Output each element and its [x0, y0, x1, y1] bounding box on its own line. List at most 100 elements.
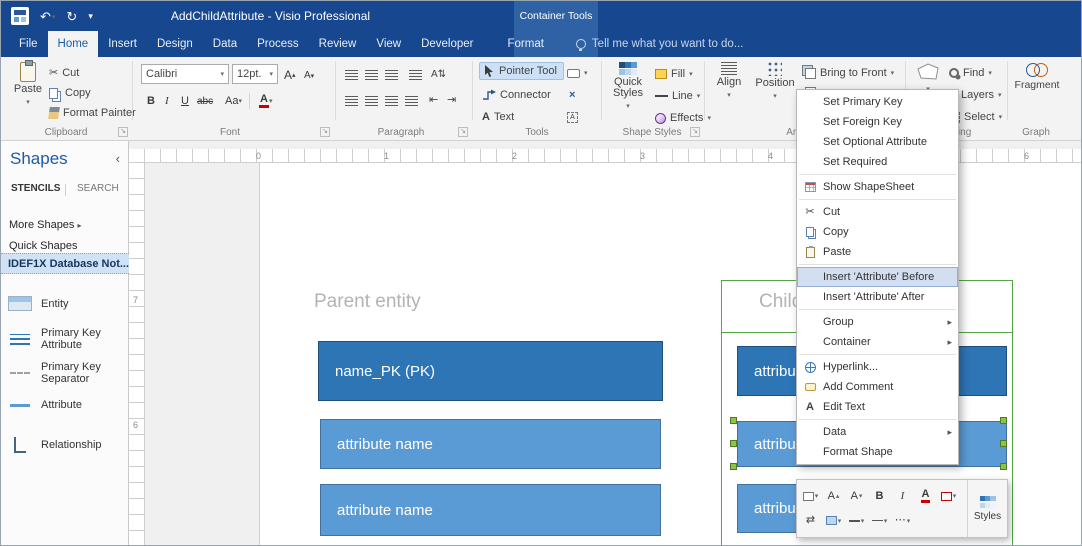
connector-tool-button[interactable]: Connector	[482, 86, 551, 104]
underline-button[interactable]: U	[179, 92, 191, 109]
tab-process[interactable]: Process	[247, 31, 309, 57]
align-left-button[interactable]	[345, 66, 358, 84]
menu-item-set-required[interactable]: Set Required	[797, 152, 958, 172]
align-button[interactable]: Align ▾	[709, 62, 749, 101]
font-color-button[interactable]: A	[915, 486, 936, 507]
text-block-tool-button[interactable]: A	[567, 108, 578, 126]
tab-data[interactable]: Data	[203, 31, 247, 57]
stencil-idef1x[interactable]: IDEF1X Database Not...	[1, 253, 129, 274]
quick-shapes-link[interactable]: Quick Shapes	[9, 240, 77, 252]
justify-button[interactable]	[405, 92, 418, 110]
cut-button[interactable]: ✂ Cut	[49, 64, 79, 82]
more-options-button[interactable]: ⋯ ▾	[892, 510, 913, 531]
tab-insert[interactable]: Insert	[98, 31, 147, 57]
collapse-panel-button[interactable]: ‹	[116, 151, 120, 166]
parent-entity-row-pk[interactable]: name_PK (PK)	[318, 341, 663, 401]
fill-button[interactable]: ▾	[823, 510, 844, 531]
outline-color-button[interactable]: ▾	[938, 486, 959, 507]
strikethrough-button[interactable]: abc	[195, 93, 215, 110]
selection-handle[interactable]	[1000, 440, 1007, 447]
bold-button[interactable]: B	[869, 486, 890, 507]
effects-button[interactable]: Effects ▾	[655, 109, 711, 127]
bullets-button[interactable]	[409, 66, 422, 84]
arrow-style-button[interactable]: ▾	[869, 510, 890, 531]
line-button[interactable]: ▾	[846, 510, 867, 531]
menu-item-data[interactable]: Data ▸	[797, 422, 958, 442]
menu-item-format-shape[interactable]: Format Shape	[797, 442, 958, 462]
styles-button[interactable]: Styles	[967, 480, 1007, 537]
shape-item-relationship[interactable]: Relationship	[5, 437, 125, 453]
shape-styles-dialog-launcher[interactable]: ↘	[690, 127, 700, 137]
text-tool-button[interactable]: A Text	[482, 108, 514, 126]
paragraph-dialog-launcher[interactable]: ↘	[458, 127, 468, 137]
tab-design[interactable]: Design	[147, 31, 203, 57]
align-top-button[interactable]	[345, 92, 358, 110]
italic-button[interactable]: I	[892, 486, 913, 507]
tell-me-box[interactable]: Tell me what you want to do...	[575, 31, 743, 57]
tab-review[interactable]: Review	[309, 31, 367, 57]
menu-item-set-optional-attribute[interactable]: Set Optional Attribute	[797, 132, 958, 152]
italic-button[interactable]: I	[163, 92, 171, 109]
redo-button[interactable]: ↻	[66, 10, 77, 23]
menu-item-edit-text[interactable]: A Edit Text	[797, 397, 958, 417]
align-bottom-button[interactable]	[385, 92, 398, 110]
format-painter-button[interactable]: Format Painter	[48, 104, 136, 122]
menu-item-insert-attribute-after[interactable]: Insert 'Attribute' After	[797, 287, 958, 307]
font-family-select[interactable]: Calibri ▾	[141, 64, 229, 84]
selection-handle[interactable]	[730, 440, 737, 447]
tab-view[interactable]: View	[366, 31, 411, 57]
quick-styles-button[interactable]: Quick Styles ▾	[605, 62, 651, 112]
shape-gallery-button[interactable]: ▾	[567, 64, 588, 82]
tab-home[interactable]: Home	[47, 31, 99, 57]
menu-item-copy[interactable]: Copy	[797, 222, 958, 242]
menu-item-add-comment[interactable]: Add Comment	[797, 377, 958, 397]
grow-font-button[interactable]: A ▴	[282, 66, 298, 83]
font-color-button[interactable]: A ▾	[257, 92, 274, 109]
connector-button[interactable]: ⇄	[800, 510, 821, 531]
shape-item-primary-key-attribute[interactable]: Primary Key Attribute	[5, 327, 125, 351]
menu-item-hyperlink[interactable]: Hyperlink...	[797, 357, 958, 377]
menu-item-set-primary-key[interactable]: Set Primary Key	[797, 92, 958, 112]
undo-button[interactable]: ↶▾	[40, 10, 55, 23]
shape-item-primary-key-separator[interactable]: Primary Key Separator	[5, 361, 125, 385]
shrink-font-button[interactable]: A ▾	[846, 486, 867, 507]
menu-item-set-foreign-key[interactable]: Set Foreign Key	[797, 112, 958, 132]
tab-search[interactable]: SEARCH	[77, 183, 119, 194]
qat-customize-button[interactable]: ▾	[88, 11, 93, 21]
tab-developer[interactable]: Developer	[411, 31, 483, 57]
selection-handle[interactable]	[730, 463, 737, 470]
selection-handle[interactable]	[1000, 417, 1007, 424]
grow-font-button[interactable]: A ▴	[823, 486, 844, 507]
fragment-button[interactable]: Fragment	[1013, 62, 1061, 91]
clipboard-dialog-launcher[interactable]: ↘	[118, 127, 128, 137]
find-button[interactable]: Find ▾	[949, 64, 992, 82]
tab-format-contextual[interactable]: Format	[498, 31, 554, 57]
position-button[interactable]: Position ▾	[753, 62, 797, 102]
shape-style-button[interactable]: ▾	[800, 486, 821, 507]
font-dialog-launcher[interactable]: ↘	[320, 127, 330, 137]
align-right-button[interactable]	[385, 66, 398, 84]
shape-item-entity[interactable]: Entity	[5, 296, 125, 311]
menu-item-show-shapesheet[interactable]: Show ShapeSheet	[797, 177, 958, 197]
more-shapes-link[interactable]: More Shapes ▸	[9, 219, 82, 231]
align-middle-button[interactable]	[365, 92, 378, 110]
increase-indent-button[interactable]: ⇥	[447, 91, 456, 109]
shape-item-attribute[interactable]: Attribute	[5, 399, 125, 411]
pointer-tool-button[interactable]: Pointer Tool	[479, 62, 564, 80]
font-size-select[interactable]: 12pt. ▾	[232, 64, 278, 84]
selection-handle[interactable]	[1000, 463, 1007, 470]
paste-button[interactable]: Paste ▾	[9, 60, 47, 108]
tab-stencils[interactable]: STENCILS	[11, 183, 60, 194]
parent-entity-row[interactable]: attribute name	[320, 419, 661, 469]
fill-button[interactable]: Fill ▾	[655, 65, 693, 83]
menu-item-container[interactable]: Container ▸	[797, 332, 958, 352]
tab-file[interactable]: File	[9, 31, 48, 57]
parent-entity-row[interactable]: attribute name	[320, 484, 661, 536]
text-direction-button[interactable]: A⇅	[431, 66, 446, 84]
menu-item-cut[interactable]: ✂ Cut	[797, 202, 958, 222]
menu-item-group[interactable]: Group ▸	[797, 312, 958, 332]
decrease-indent-button[interactable]: ⇤	[429, 91, 438, 109]
copy-button[interactable]: Copy	[49, 84, 91, 102]
line-button[interactable]: Line ▾	[655, 87, 700, 105]
parent-entity-title[interactable]: Parent entity	[314, 291, 421, 313]
